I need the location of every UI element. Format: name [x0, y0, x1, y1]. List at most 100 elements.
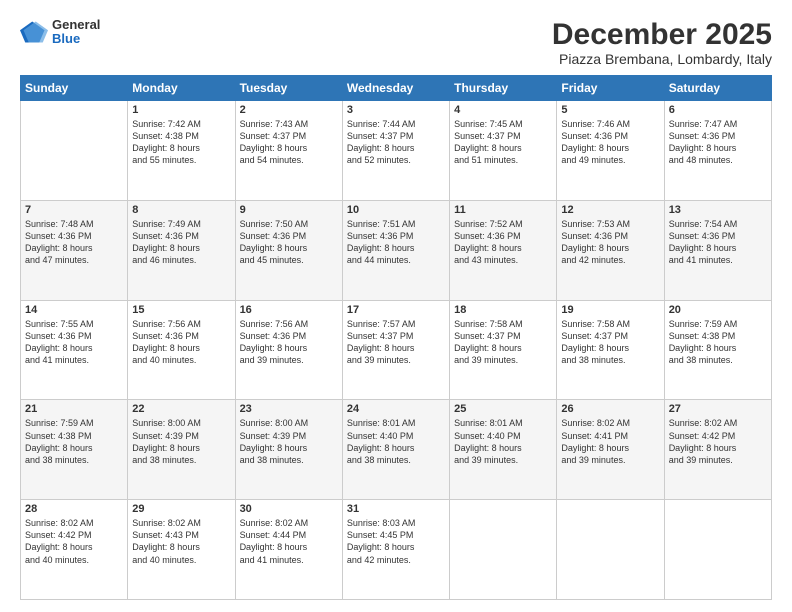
day-number: 24	[347, 403, 445, 415]
location: Piazza Brembana, Lombardy, Italy	[552, 51, 772, 67]
cell-info: Sunrise: 7:48 AMSunset: 4:36 PMDaylight:…	[25, 218, 123, 267]
cell-info: Sunrise: 7:56 AMSunset: 4:36 PMDaylight:…	[240, 318, 338, 367]
day-number: 21	[25, 403, 123, 415]
calendar-cell: 5 Sunrise: 7:46 AMSunset: 4:36 PMDaylight…	[557, 101, 664, 201]
cell-info: Sunrise: 7:42 AMSunset: 4:38 PMDaylight:…	[132, 118, 230, 167]
day-number: 3	[347, 104, 445, 116]
day-number: 9	[240, 204, 338, 216]
day-number: 7	[25, 204, 123, 216]
calendar-cell: 3 Sunrise: 7:44 AMSunset: 4:37 PMDaylight…	[342, 101, 449, 201]
calendar-cell: 29 Sunrise: 8:02 AMSunset: 4:43 PMDayligh…	[128, 500, 235, 600]
calendar-cell: 12 Sunrise: 7:53 AMSunset: 4:36 PMDayligh…	[557, 200, 664, 300]
calendar-cell: 10 Sunrise: 7:51 AMSunset: 4:36 PMDayligh…	[342, 200, 449, 300]
calendar-cell: 1Sunrise: 7:42 AMSunset: 4:38 PMDaylight…	[128, 101, 235, 201]
calendar-cell: 27 Sunrise: 8:02 AMSunset: 4:42 PMDayligh…	[664, 400, 771, 500]
calendar-cell	[21, 101, 128, 201]
day-number: 19	[561, 304, 659, 316]
cell-info: Sunrise: 7:47 AMSunset: 4:36 PMDaylight:…	[669, 118, 767, 167]
cell-info: Sunrise: 7:59 AMSunset: 4:38 PMDaylight:…	[669, 318, 767, 367]
title-block: December 2025 Piazza Brembana, Lombardy,…	[552, 18, 772, 67]
day-number: 20	[669, 304, 767, 316]
day-number: 5	[561, 104, 659, 116]
day-header-saturday: Saturday	[664, 76, 771, 101]
cell-info: Sunrise: 8:02 AMSunset: 4:41 PMDaylight:…	[561, 417, 659, 466]
calendar-cell: 8 Sunrise: 7:49 AMSunset: 4:36 PMDaylight…	[128, 200, 235, 300]
day-number: 27	[669, 403, 767, 415]
calendar-cell	[664, 500, 771, 600]
cell-info: Sunrise: 7:58 AMSunset: 4:37 PMDaylight:…	[454, 318, 552, 367]
day-number: 13	[669, 204, 767, 216]
day-number: 12	[561, 204, 659, 216]
day-header-friday: Friday	[557, 76, 664, 101]
month-title: December 2025	[552, 18, 772, 51]
cell-info: Sunrise: 7:55 AMSunset: 4:36 PMDaylight:…	[25, 318, 123, 367]
cell-info: Sunrise: 8:00 AMSunset: 4:39 PMDaylight:…	[240, 417, 338, 466]
calendar-cell: 21 Sunrise: 7:59 AMSunset: 4:38 PMDayligh…	[21, 400, 128, 500]
calendar-cell: 11Sunrise: 7:52 AMSunset: 4:36 PMDayligh…	[450, 200, 557, 300]
calendar-cell: 7 Sunrise: 7:48 AMSunset: 4:36 PMDaylight…	[21, 200, 128, 300]
calendar-header-row: SundayMondayTuesdayWednesdayThursdayFrid…	[21, 76, 772, 101]
cell-info: Sunrise: 7:45 AMSunset: 4:37 PMDaylight:…	[454, 118, 552, 167]
cell-info: Sunrise: 7:53 AMSunset: 4:36 PMDaylight:…	[561, 218, 659, 267]
calendar-cell: 25Sunrise: 8:01 AMSunset: 4:40 PMDayligh…	[450, 400, 557, 500]
cell-info: Sunrise: 7:57 AMSunset: 4:37 PMDaylight:…	[347, 318, 445, 367]
calendar-cell: 26 Sunrise: 8:02 AMSunset: 4:41 PMDayligh…	[557, 400, 664, 500]
cell-info: Sunrise: 7:59 AMSunset: 4:38 PMDaylight:…	[25, 417, 123, 466]
calendar-table: SundayMondayTuesdayWednesdayThursdayFrid…	[20, 75, 772, 600]
day-number: 31	[347, 503, 445, 515]
calendar-cell: 23 Sunrise: 8:00 AMSunset: 4:39 PMDayligh…	[235, 400, 342, 500]
day-number: 14	[25, 304, 123, 316]
cell-info: Sunrise: 8:02 AMSunset: 4:42 PMDaylight:…	[669, 417, 767, 466]
calendar-week-0: 1Sunrise: 7:42 AMSunset: 4:38 PMDaylight…	[21, 101, 772, 201]
header: General Blue December 2025 Piazza Bremba…	[20, 18, 772, 67]
calendar-cell: 20 Sunrise: 7:59 AMSunset: 4:38 PMDayligh…	[664, 300, 771, 400]
cell-info: Sunrise: 8:01 AMSunset: 4:40 PMDaylight:…	[347, 417, 445, 466]
logo: General Blue	[20, 18, 100, 47]
day-number: 2	[240, 104, 338, 116]
calendar-cell: 16 Sunrise: 7:56 AMSunset: 4:36 PMDayligh…	[235, 300, 342, 400]
calendar-cell: 30 Sunrise: 8:02 AMSunset: 4:44 PMDayligh…	[235, 500, 342, 600]
cell-info: Sunrise: 7:51 AMSunset: 4:36 PMDaylight:…	[347, 218, 445, 267]
cell-info: Sunrise: 7:52 AMSunset: 4:36 PMDaylight:…	[454, 218, 552, 267]
calendar-cell: 6Sunrise: 7:47 AMSunset: 4:36 PMDaylight…	[664, 101, 771, 201]
calendar-cell	[557, 500, 664, 600]
day-number: 26	[561, 403, 659, 415]
cell-info: Sunrise: 8:02 AMSunset: 4:43 PMDaylight:…	[132, 517, 230, 566]
calendar-week-1: 7 Sunrise: 7:48 AMSunset: 4:36 PMDaylight…	[21, 200, 772, 300]
calendar-cell: 17Sunrise: 7:57 AMSunset: 4:37 PMDayligh…	[342, 300, 449, 400]
cell-info: Sunrise: 7:43 AMSunset: 4:37 PMDaylight:…	[240, 118, 338, 167]
logo-blue: Blue	[52, 32, 100, 46]
cell-info: Sunrise: 8:02 AMSunset: 4:44 PMDaylight:…	[240, 517, 338, 566]
day-number: 15	[132, 304, 230, 316]
cell-info: Sunrise: 7:50 AMSunset: 4:36 PMDaylight:…	[240, 218, 338, 267]
cell-info: Sunrise: 7:49 AMSunset: 4:36 PMDaylight:…	[132, 218, 230, 267]
day-number: 28	[25, 503, 123, 515]
day-header-sunday: Sunday	[21, 76, 128, 101]
calendar-cell: 22Sunrise: 8:00 AMSunset: 4:39 PMDayligh…	[128, 400, 235, 500]
calendar-cell: 24 Sunrise: 8:01 AMSunset: 4:40 PMDayligh…	[342, 400, 449, 500]
calendar-cell: 19 Sunrise: 7:58 AMSunset: 4:37 PMDayligh…	[557, 300, 664, 400]
calendar-cell: 9 Sunrise: 7:50 AMSunset: 4:36 PMDaylight…	[235, 200, 342, 300]
day-number: 4	[454, 104, 552, 116]
calendar-cell: 18Sunrise: 7:58 AMSunset: 4:37 PMDayligh…	[450, 300, 557, 400]
calendar-week-3: 21 Sunrise: 7:59 AMSunset: 4:38 PMDayligh…	[21, 400, 772, 500]
calendar-cell: 2 Sunrise: 7:43 AMSunset: 4:37 PMDaylight…	[235, 101, 342, 201]
cell-info: Sunrise: 7:44 AMSunset: 4:37 PMDaylight:…	[347, 118, 445, 167]
day-header-monday: Monday	[128, 76, 235, 101]
day-number: 8	[132, 204, 230, 216]
logo-text: General Blue	[52, 18, 100, 47]
cell-info: Sunrise: 7:56 AMSunset: 4:36 PMDaylight:…	[132, 318, 230, 367]
cell-info: Sunrise: 7:54 AMSunset: 4:36 PMDaylight:…	[669, 218, 767, 267]
cell-info: Sunrise: 7:46 AMSunset: 4:36 PMDaylight:…	[561, 118, 659, 167]
day-number: 16	[240, 304, 338, 316]
day-number: 22	[132, 403, 230, 415]
day-number: 10	[347, 204, 445, 216]
logo-icon	[20, 18, 48, 46]
day-number: 29	[132, 503, 230, 515]
day-number: 23	[240, 403, 338, 415]
cell-info: Sunrise: 8:03 AMSunset: 4:45 PMDaylight:…	[347, 517, 445, 566]
calendar-cell: 14 Sunrise: 7:55 AMSunset: 4:36 PMDayligh…	[21, 300, 128, 400]
cell-info: Sunrise: 7:58 AMSunset: 4:37 PMDaylight:…	[561, 318, 659, 367]
calendar-cell: 13 Sunrise: 7:54 AMSunset: 4:36 PMDayligh…	[664, 200, 771, 300]
day-number: 30	[240, 503, 338, 515]
